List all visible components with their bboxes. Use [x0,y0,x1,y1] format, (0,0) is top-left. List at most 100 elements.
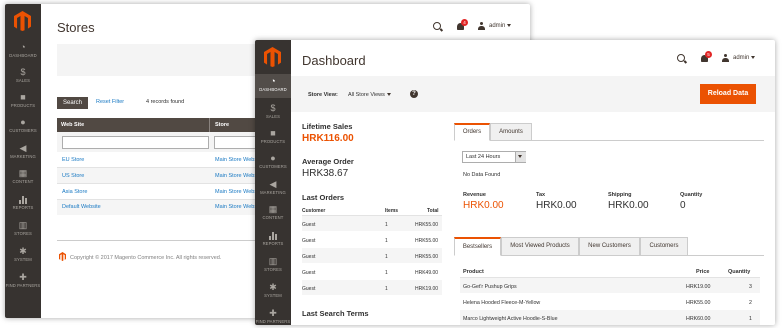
column-header-customer: Customer [302,208,326,214]
table-row-items: 1 [385,254,388,260]
last-search-terms-title: Last Search Terms [302,309,369,318]
puzzle-icon: ✚ [269,308,277,318]
table-row-total: HRK49.00 [415,270,439,276]
notification-badge: 5 [705,51,712,58]
box-icon: ■ [270,128,276,138]
user-icon[interactable] [478,22,485,30]
magento-logo-icon[interactable] [14,11,31,31]
table-row-total: HRK55.00 [415,222,439,228]
table-row-total: HRK19.00 [415,286,439,292]
user-menu[interactable]: admin [733,55,756,61]
column-header-store[interactable]: Store [215,122,229,128]
sidebar-item-products[interactable]: ■ PRODUCTS [255,128,291,148]
quantity-label: Quantity [680,192,703,198]
search-button[interactable]: Search [57,97,88,109]
table-row-qty: 1 [749,316,752,322]
table-row-website[interactable]: US Store [62,173,84,179]
tax-label: Tax [536,192,546,198]
column-header-total: Total [427,208,439,214]
help-icon[interactable]: ? [410,90,418,98]
revenue-value: HRK0.00 [463,200,504,211]
sidebar-item-customers[interactable]: ● CUSTOMERS [255,153,291,173]
reload-data-button[interactable]: Reload Data [700,84,756,104]
last-orders-title: Last Orders [302,193,345,202]
average-order-value: HRK38.67 [302,168,349,179]
sidebar-item-products[interactable]: ■ PRODUCTS [5,92,41,112]
table-row-store[interactable]: Main Store Webs [215,173,257,179]
average-order-label: Average Order [302,157,354,166]
sidebar-item-sales[interactable]: $ SALES [5,67,41,87]
tab-new-customers[interactable]: New Customers [579,237,640,256]
search-icon[interactable] [433,22,441,30]
table-row-store[interactable]: Main Store Webs [215,204,257,210]
tabs-baseline [688,255,764,256]
table-row-customer: Guest [302,222,316,228]
column-header-website[interactable]: Web Site [61,122,84,128]
chevron-down-icon[interactable] [515,152,526,162]
table-row-qty: 3 [749,284,752,290]
table-row-product[interactable]: Marco Lightweight Active Hoodie-S-Blue [463,316,558,322]
gear-icon: ✱ [19,246,27,256]
table-row-website[interactable]: Asia Store [62,189,87,195]
search-icon[interactable] [677,54,685,62]
tabs-baseline [532,140,764,141]
sidebar-item-marketing[interactable]: ◀ MARKETING [5,143,41,163]
tax-value: HRK0.00 [536,200,577,211]
sidebar-item-dashboard[interactable]: ◔ DASHBOARD [255,74,291,98]
column-header-quantity: Quantity [728,269,751,275]
chevron-down-icon [751,55,756,59]
no-data-text: No Data Found [463,172,501,178]
table-row-price: HRK60.00 [686,316,711,322]
sidebar-item-reports[interactable]: REPORTS [255,230,291,250]
store-icon: ▥ [268,256,278,266]
user-icon[interactable] [722,54,729,62]
sidebar-item-dashboard[interactable]: ◔ DASHBOARD [5,42,41,62]
tab-most-viewed-products[interactable]: Most Viewed Products [501,237,579,256]
sidebar-item-content[interactable]: ▦ CONTENT [255,204,291,224]
user-menu[interactable]: admin [489,23,512,29]
tab-customers[interactable]: Customers [640,237,688,256]
tab-amounts[interactable]: Amounts [490,123,532,141]
sidebar-item-reports[interactable]: REPORTS [5,194,41,214]
sidebar-item-system[interactable]: ✱ SYSTEM [5,246,41,266]
sidebar-item-stores[interactable]: ▥ STORES [5,220,41,240]
table-row-website[interactable]: EU Store [62,157,84,163]
store-view-switcher[interactable]: All Store Views [348,92,391,98]
table-row-total: HRK55.00 [415,238,439,244]
sidebar-item-system[interactable]: ✱ SYSTEM [255,282,291,302]
table-row-customer: Guest [302,238,316,244]
sidebar-item-sales[interactable]: $ SALES [255,103,291,123]
sidebar-item-content[interactable]: ▦ CONTENT [5,168,41,188]
puzzle-icon: ✚ [19,272,27,282]
table-row-items: 1 [385,238,388,244]
table-row-items: 1 [385,222,388,228]
sidebar-item-find-partners[interactable]: ✚ FIND PARTNERS [5,272,41,292]
table-row-store[interactable]: Main Store Webs [215,157,257,163]
table-row-qty: 2 [749,300,752,306]
table-row-product[interactable]: Helena Hooded Fleece-M-Yellow [463,300,540,306]
page-title: Dashboard [302,53,366,68]
table-row-items: 1 [385,286,388,292]
column-header-product: Product [463,269,484,275]
sidebar-item-find-partners[interactable]: ✚ FIND PARTNERS [255,308,291,325]
dollar-icon: $ [270,103,276,113]
lifetime-sales-label: Lifetime Sales [302,122,353,131]
megaphone-icon: ◀ [19,143,27,153]
website-filter-input[interactable] [62,136,209,149]
table-row-store[interactable]: Main Store Webs [215,189,257,195]
sidebar-item-marketing[interactable]: ◀ MARKETING [255,179,291,199]
sidebar-item-stores[interactable]: ▥ STORES [255,256,291,276]
table-row-total: HRK55.00 [415,254,439,260]
table-row-website[interactable]: Default Website [62,204,101,210]
lifetime-sales-value: HRK116.00 [302,133,354,144]
magento-logo-icon[interactable] [264,47,281,67]
sidebar-item-customers[interactable]: ● CUSTOMERS [5,117,41,137]
store-view-label: Store View: [308,92,338,98]
chevron-down-icon [507,23,512,27]
reset-filter-link[interactable]: Reset Filter [96,99,124,105]
table-row-product[interactable]: Go-Get'r Pushup Grips [463,284,517,290]
tab-bestsellers[interactable]: Bestsellers [454,237,501,256]
tab-orders[interactable]: Orders [454,123,490,141]
dashboard-sidebar: ◔ DASHBOARD $ SALES ■ PRODUCTS ● CUSTOMERS ◀… [255,40,291,325]
dashboard-window: ◔ DASHBOARD $ SALES ■ PRODUCTS ● CUSTOMERS ◀… [255,40,775,325]
